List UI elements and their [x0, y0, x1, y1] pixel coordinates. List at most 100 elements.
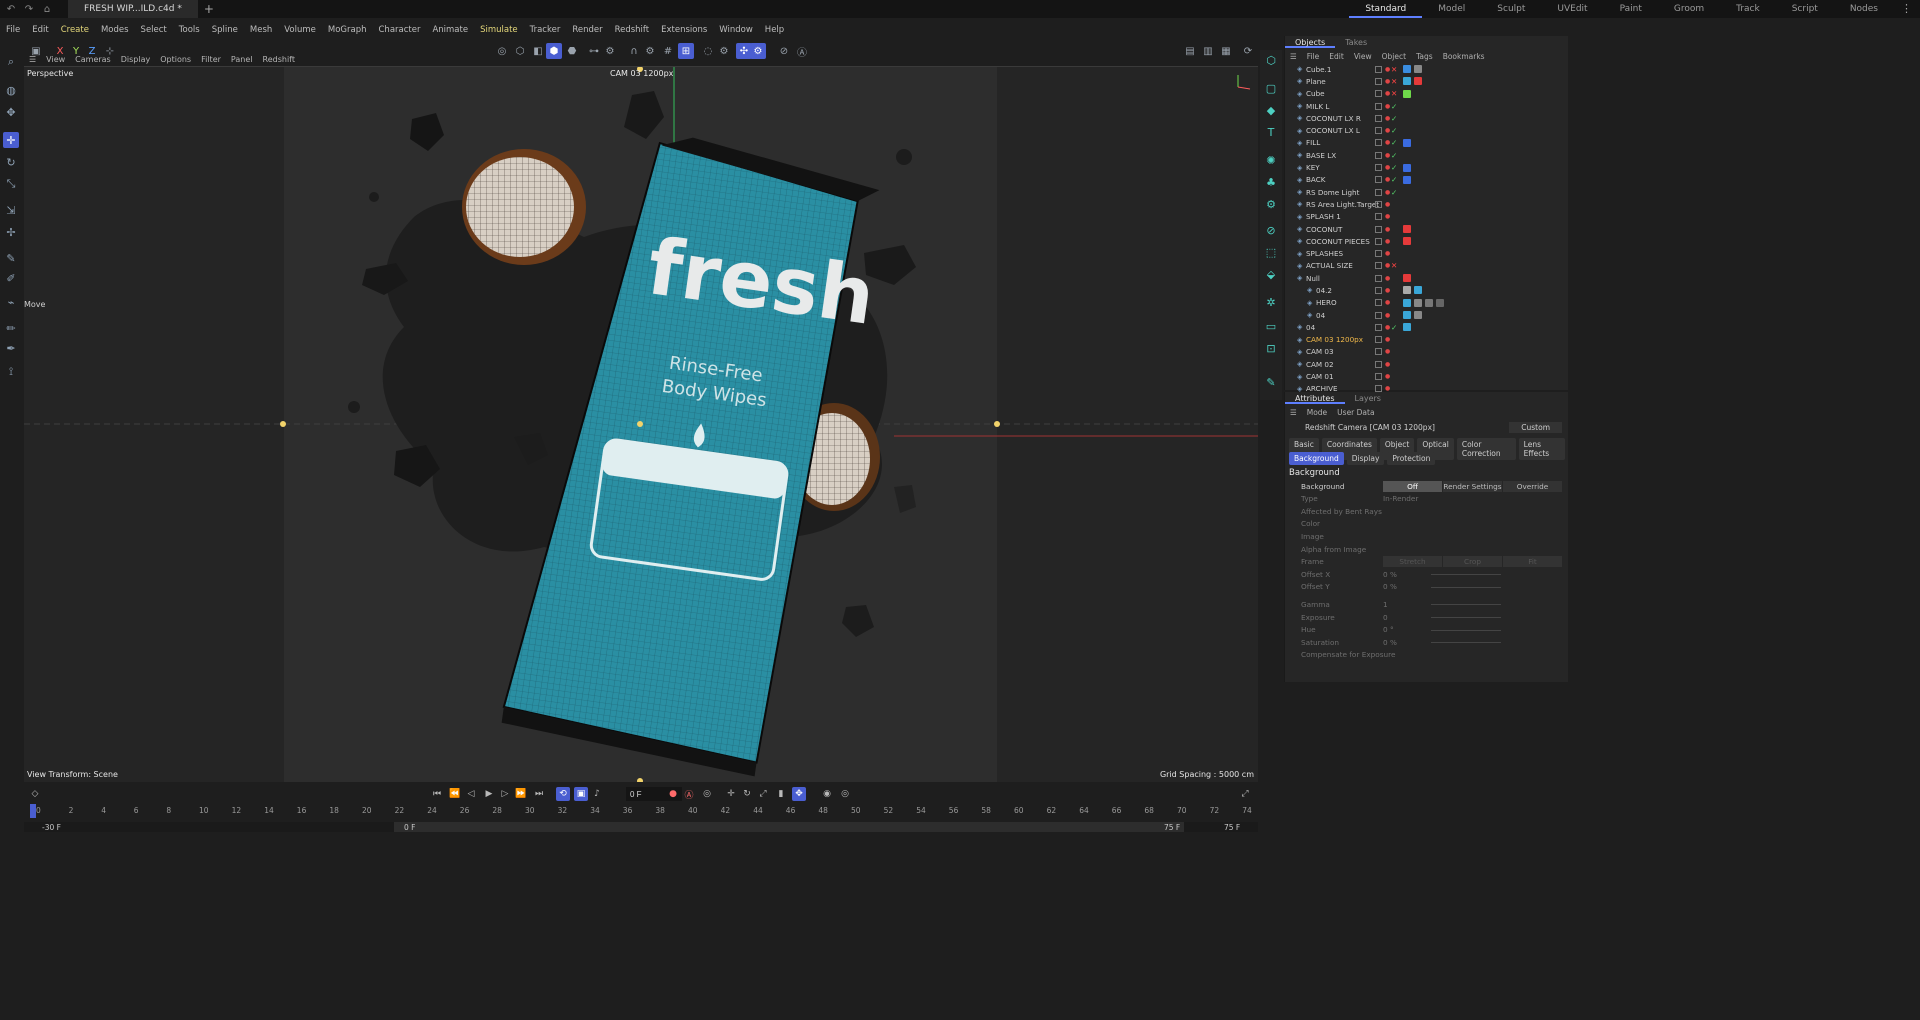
- object-tag[interactable]: [1403, 65, 1411, 74]
- render-dot-icon[interactable]: ●: [1385, 127, 1390, 134]
- render-dot-icon[interactable]: ●: [1385, 103, 1390, 110]
- rotate-tool-icon[interactable]: ↻: [3, 154, 19, 170]
- camera-label[interactable]: CAM 03 1200px: [610, 69, 673, 78]
- visibility-toggle[interactable]: [1375, 176, 1382, 184]
- object-row[interactable]: ◈ RS Dome Light ● ✓: [1285, 186, 1569, 198]
- render-dot-icon[interactable]: ●: [1385, 287, 1390, 294]
- object-row[interactable]: ◈ ACTUAL SIZE ● ✕: [1285, 260, 1569, 272]
- viewport-menu-filter[interactable]: Filter: [196, 55, 226, 64]
- render-dot-icon[interactable]: ●: [1385, 115, 1390, 122]
- visibility-toggle[interactable]: [1375, 323, 1382, 331]
- more-options-icon[interactable]: ⋮: [1901, 2, 1912, 15]
- enabled-check-icon[interactable]: ✓: [1391, 163, 1397, 172]
- frame-mode-segment[interactable]: Stretch Crop Fit: [1383, 556, 1563, 568]
- pen-icon[interactable]: ✎: [3, 250, 19, 266]
- render-dot-icon[interactable]: ●: [1385, 361, 1390, 368]
- object-row[interactable]: ◈ SPLASHES ●: [1285, 247, 1569, 259]
- render-icon[interactable]: ⊡: [1263, 340, 1279, 356]
- objects-menu-file[interactable]: File: [1302, 52, 1325, 61]
- property-value[interactable]: 1: [1383, 600, 1388, 609]
- object-name[interactable]: BACK: [1306, 175, 1325, 184]
- visibility-toggle[interactable]: [1375, 225, 1382, 233]
- visibility-toggle[interactable]: [1375, 373, 1382, 381]
- property-slider[interactable]: [1431, 617, 1501, 618]
- viewport-menu-cameras[interactable]: Cameras: [70, 55, 116, 64]
- go-to-end-icon[interactable]: ⏭: [532, 787, 546, 801]
- object-row[interactable]: ◈ SPLASH 1 ●: [1285, 211, 1569, 223]
- background-mode-override[interactable]: Override: [1503, 480, 1562, 492]
- viewport-menu-panel[interactable]: Panel: [226, 55, 258, 64]
- visibility-toggle[interactable]: [1375, 102, 1382, 110]
- property-value[interactable]: 0 °: [1383, 625, 1394, 634]
- object-tag[interactable]: [1403, 323, 1411, 332]
- objects-menu-edit[interactable]: Edit: [1324, 52, 1349, 61]
- generator-icon[interactable]: ✺: [1263, 152, 1279, 168]
- keyframe-icon[interactable]: ◇: [28, 787, 42, 801]
- enabled-check-icon[interactable]: ✓: [1391, 188, 1397, 197]
- object-name[interactable]: BASE LX: [1306, 151, 1336, 160]
- menu-create[interactable]: Create: [55, 25, 95, 35]
- visibility-toggle[interactable]: [1375, 237, 1382, 245]
- autokey-icon[interactable]: Ⓐ: [682, 787, 696, 801]
- object-tag[interactable]: [1403, 175, 1411, 184]
- visibility-toggle[interactable]: [1375, 164, 1382, 172]
- objects-menu-tags[interactable]: Tags: [1411, 52, 1438, 61]
- visibility-toggle[interactable]: [1375, 139, 1382, 147]
- disabled-cross-icon[interactable]: ✕: [1391, 65, 1397, 74]
- preset-dropdown[interactable]: Custom: [1509, 422, 1562, 433]
- enabled-check-icon[interactable]: ✓: [1391, 114, 1397, 123]
- property-slider[interactable]: [1431, 586, 1501, 588]
- pencil-icon[interactable]: ✎: [1263, 374, 1279, 390]
- menu-file[interactable]: File: [0, 25, 26, 35]
- object-tag[interactable]: [1414, 286, 1422, 295]
- enabled-check-icon[interactable]: ✓: [1391, 151, 1397, 160]
- visibility-toggle[interactable]: [1375, 299, 1382, 307]
- visibility-toggle[interactable]: [1375, 250, 1382, 258]
- object-row[interactable]: ◈ COCONUT LX R ● ✓: [1285, 112, 1569, 124]
- object-row[interactable]: ◈ Cube ● ✕: [1285, 88, 1569, 100]
- object-tag[interactable]: [1403, 138, 1411, 147]
- render-dot-icon[interactable]: ●: [1385, 226, 1390, 233]
- layout-sculpt[interactable]: Sculpt: [1481, 0, 1541, 18]
- menu-help[interactable]: Help: [759, 25, 790, 35]
- tab-layers[interactable]: Layers: [1345, 392, 1391, 404]
- menu-select[interactable]: Select: [135, 25, 173, 35]
- object-tag[interactable]: [1403, 311, 1411, 320]
- viewport[interactable]: fresh Rinse-Free Body Wipes Perspective …: [24, 66, 1258, 782]
- playhead[interactable]: [30, 804, 36, 818]
- object-tag[interactable]: [1403, 298, 1411, 307]
- visibility-toggle[interactable]: [1375, 200, 1382, 208]
- menu-mograph[interactable]: MoGraph: [322, 25, 373, 35]
- object-row[interactable]: ◈ COCONUT ●: [1285, 223, 1569, 235]
- tab-takes[interactable]: Takes: [1335, 36, 1377, 48]
- key-rotation-icon[interactable]: ↻: [740, 787, 754, 801]
- layout-track[interactable]: Track: [1720, 0, 1776, 18]
- object-name[interactable]: MILK L: [1306, 102, 1329, 111]
- object-tag[interactable]: [1414, 311, 1422, 320]
- text-icon[interactable]: T: [1263, 124, 1279, 140]
- select-tool-icon[interactable]: ✥: [3, 104, 19, 120]
- sound-icon[interactable]: ♪: [590, 787, 604, 801]
- object-row[interactable]: ◈ 04 ●: [1285, 309, 1569, 321]
- object-tag[interactable]: [1403, 163, 1411, 172]
- layout-uvedit[interactable]: UVEdit: [1541, 0, 1603, 18]
- layout-model[interactable]: Model: [1422, 0, 1481, 18]
- render-dot-icon[interactable]: ●: [1385, 139, 1390, 146]
- object-tag[interactable]: [1414, 298, 1422, 307]
- record-icon[interactable]: ●: [666, 787, 680, 801]
- render-dot-icon[interactable]: ●: [1385, 176, 1390, 183]
- key-scale-icon[interactable]: ⤢: [756, 787, 770, 801]
- visibility-toggle[interactable]: [1375, 360, 1382, 368]
- expand-timeline-icon[interactable]: ⤢: [1238, 787, 1252, 801]
- render-dot-icon[interactable]: ●: [1385, 189, 1390, 196]
- undo-icon[interactable]: ↶: [4, 2, 18, 16]
- spline-pen-icon[interactable]: ✐: [3, 270, 19, 286]
- render-dot-icon[interactable]: ●: [1385, 250, 1390, 257]
- visibility-toggle[interactable]: [1375, 114, 1382, 122]
- object-row[interactable]: ◈ RS Area Light.Target ●: [1285, 198, 1569, 210]
- property-value[interactable]: 0 %: [1383, 638, 1397, 647]
- menu-tools[interactable]: Tools: [173, 25, 206, 35]
- frame-mode-fit[interactable]: Fit: [1503, 556, 1562, 568]
- object-row[interactable]: ◈ CAM 03 1200px ●: [1285, 334, 1569, 346]
- visibility-toggle[interactable]: [1375, 65, 1382, 73]
